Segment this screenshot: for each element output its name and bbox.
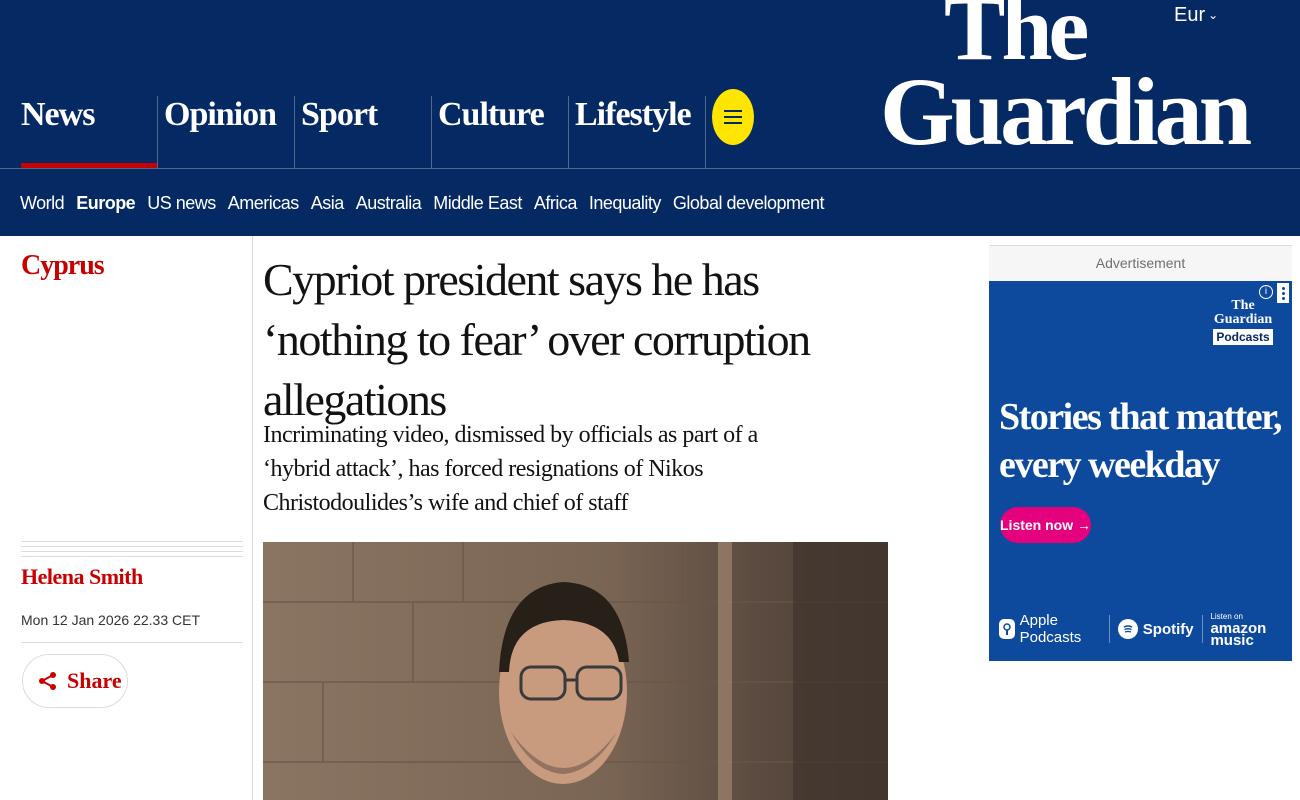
logo-line-2: Guardian bbox=[880, 58, 1252, 165]
subnav-europe[interactable]: Europe bbox=[76, 193, 136, 214]
ad-brand-line-2: Guardian bbox=[1213, 312, 1273, 327]
menu-icon bbox=[712, 89, 754, 145]
more-options-icon[interactable] bbox=[1277, 283, 1289, 303]
amazon-music-label: amazon music bbox=[1210, 620, 1267, 649]
guardian-podcasts-logo: The Guardian Podcasts bbox=[1213, 299, 1273, 351]
subnav-us-news[interactable]: US news bbox=[147, 193, 216, 214]
apple-podcasts-link[interactable]: Apple Podcasts bbox=[999, 612, 1101, 646]
info-icon[interactable]: i bbox=[1259, 285, 1273, 299]
amazon-music-link[interactable]: Listen on amazon music bbox=[1210, 611, 1292, 649]
subnav-asia[interactable]: Asia bbox=[311, 193, 345, 214]
divider bbox=[21, 642, 243, 643]
subnav-americas[interactable]: Americas bbox=[228, 193, 300, 214]
pillar-culture[interactable]: Culture bbox=[431, 96, 568, 169]
ad-headline: Stories that matter, every weekday bbox=[999, 396, 1283, 486]
menu-divider bbox=[705, 96, 706, 169]
meta-rules bbox=[21, 541, 243, 561]
hero-image bbox=[263, 542, 888, 800]
subnav-global-development[interactable]: Global development bbox=[673, 193, 825, 214]
share-button[interactable]: Share bbox=[22, 654, 128, 708]
subnav-middle-east[interactable]: Middle East bbox=[433, 193, 522, 214]
byline-author[interactable]: Helena Smith bbox=[21, 564, 143, 590]
subnav-australia[interactable]: Australia bbox=[356, 193, 422, 214]
platform-divider bbox=[1109, 615, 1110, 643]
spotify-link[interactable]: Spotify bbox=[1117, 619, 1194, 639]
apple-podcasts-icon bbox=[999, 619, 1015, 639]
apple-podcasts-label: Apple Podcasts bbox=[1019, 612, 1082, 646]
share-icon bbox=[39, 672, 56, 690]
dateline[interactable]: Mon 12 Jan 2026 22.33 CET bbox=[21, 612, 200, 628]
section-label[interactable]: Cyprus bbox=[21, 250, 105, 282]
advertisement-banner[interactable]: i The Guardian Podcasts Stories that mat… bbox=[989, 281, 1292, 661]
listen-now-button[interactable]: Listen now → bbox=[1000, 507, 1091, 543]
article-standfirst: Incriminating video, dismissed by offici… bbox=[263, 422, 758, 516]
spotify-label: Spotify bbox=[1142, 620, 1194, 638]
share-label: Share bbox=[67, 668, 122, 693]
ad-brand-line-3: Podcasts bbox=[1213, 329, 1273, 345]
article-headline: Cypriot president says he has ‘nothing t… bbox=[263, 254, 811, 425]
hero-photo-illustration bbox=[263, 542, 888, 800]
article-meta-column: Cyprus Helena Smith Mon 12 Jan 2026 22.3… bbox=[0, 236, 253, 800]
subnav: World Europe US news Americas Asia Austr… bbox=[20, 193, 836, 214]
menu-button[interactable] bbox=[712, 89, 754, 147]
pillar-news[interactable]: News bbox=[21, 96, 157, 169]
subnav-africa[interactable]: Africa bbox=[534, 193, 578, 214]
subnav-divider bbox=[0, 168, 1300, 169]
ad-brand-line-1: The bbox=[1231, 298, 1255, 313]
ad-platforms: Apple Podcasts Spotify Listen on amazon … bbox=[999, 611, 1292, 649]
pillar-sport[interactable]: Sport bbox=[294, 96, 431, 169]
subnav-inequality[interactable]: Inequality bbox=[589, 193, 662, 214]
pillar-opinion[interactable]: Opinion bbox=[157, 96, 294, 169]
subnav-world[interactable]: World bbox=[20, 193, 65, 214]
pillar-lifestyle[interactable]: Lifestyle bbox=[568, 96, 705, 169]
platform-divider bbox=[1201, 615, 1203, 643]
spotify-icon bbox=[1117, 619, 1138, 639]
guardian-logo[interactable]: The Guardian bbox=[880, 0, 1252, 165]
masthead: Eur ⌄ The Guardian News Opinion Sport Cul… bbox=[0, 0, 1300, 236]
advertisement-label-bar: Advertisement bbox=[989, 245, 1292, 281]
advertisement-label: Advertisement bbox=[1095, 255, 1186, 271]
